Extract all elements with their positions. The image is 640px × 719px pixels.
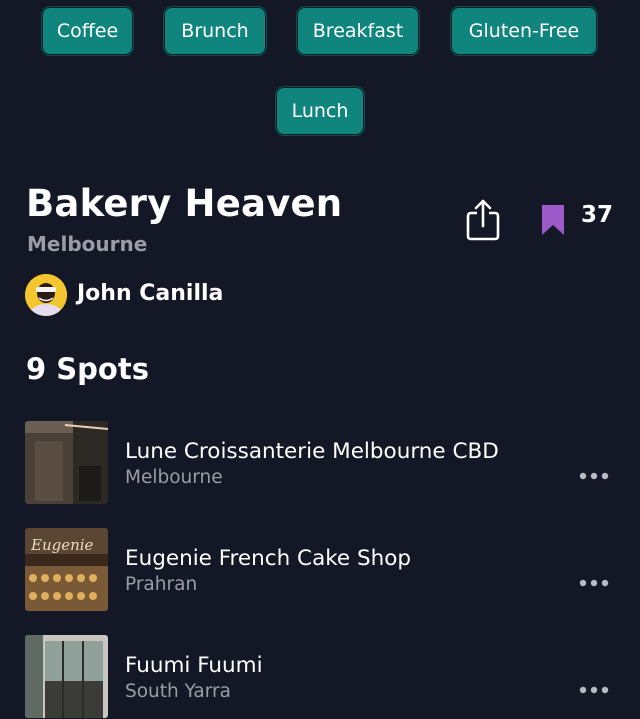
spot-thumbnail [25, 635, 108, 718]
avatar-image [25, 274, 67, 316]
list-item[interactable]: Fuumi Fuumi South Yarra [0, 635, 640, 719]
spot-location: Prahran [125, 574, 198, 595]
spot-location: Melbourne [125, 467, 223, 488]
svg-text:Eugenie: Eugenie [30, 536, 94, 554]
more-options-icon[interactable] [579, 471, 609, 481]
spot-name: Eugenie French Cake Shop [125, 546, 412, 571]
more-options-icon[interactable] [579, 578, 609, 588]
list-item[interactable]: Lune Croissanterie Melbourne CBD Melbour… [0, 421, 640, 505]
spot-thumbnail: Eugenie [25, 528, 108, 611]
list-item[interactable]: Eugenie Eugenie French Cake Shop Prahran [0, 528, 640, 612]
tag-brunch[interactable]: Brunch [163, 6, 267, 56]
spot-thumbnail [25, 421, 108, 504]
list-city: Melbourne [27, 232, 148, 256]
spots-heading: 9 Spots [26, 352, 149, 386]
list-title: Bakery Heaven [26, 182, 343, 225]
save-count: 37 [581, 202, 614, 228]
spot-name: Fuumi Fuumi [125, 653, 263, 678]
author-name[interactable]: John Canilla [77, 281, 223, 306]
share-icon[interactable] [465, 196, 501, 242]
tag-gluten-free[interactable]: Gluten-Free [450, 6, 598, 56]
tag-list: Coffee Brunch Breakfast Gluten-Free Lunc… [0, 0, 640, 150]
avatar[interactable] [25, 274, 67, 316]
spot-location: South Yarra [125, 681, 231, 702]
tag-breakfast[interactable]: Breakfast [296, 6, 420, 56]
more-options-icon[interactable] [579, 685, 609, 695]
spot-name: Lune Croissanterie Melbourne CBD [125, 439, 499, 464]
tag-coffee[interactable]: Coffee [41, 6, 134, 56]
tag-lunch[interactable]: Lunch [275, 86, 365, 136]
bookmark-icon[interactable] [539, 203, 567, 237]
